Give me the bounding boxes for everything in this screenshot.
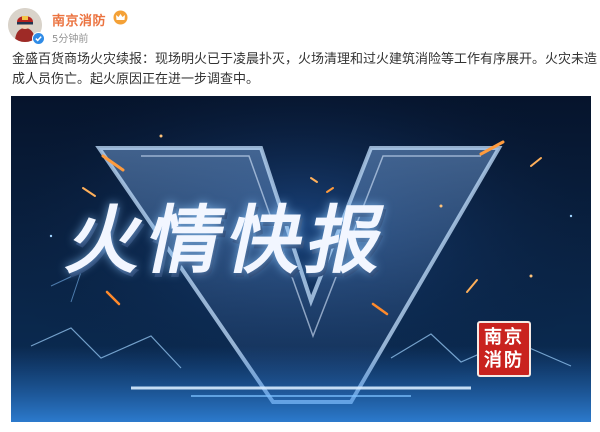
verified-badge-icon xyxy=(32,32,45,45)
brand-stamp: 南京 消防 xyxy=(477,321,531,377)
post-text: 金盛百货商场火灾续报：现场明火已于凌晨扑灭，火场清理和过火建筑消险等工作有序展开… xyxy=(12,50,598,89)
vip-crown-icon[interactable] xyxy=(113,10,128,25)
post-text-line-2: 成人员伤亡。起火原因正在进一步调查中。 xyxy=(12,71,260,87)
post-text-line-1: 金盛百货商场火灾续报：现场明火已于凌晨扑灭，火场清理和过火建筑消险等工作有序展开… xyxy=(12,52,598,67)
post-header: 南京消防 5分钟前 xyxy=(8,8,588,45)
banner-headline: 火情快报 xyxy=(59,198,399,284)
post-image[interactable]: 火情快报 南京 消防 xyxy=(11,96,591,422)
stamp-line-2: 消防 xyxy=(484,350,524,371)
author-name[interactable]: 南京消防 xyxy=(52,10,106,29)
stamp-line-1: 南京 xyxy=(484,327,524,348)
post-time[interactable]: 5分钟前 xyxy=(52,30,88,45)
